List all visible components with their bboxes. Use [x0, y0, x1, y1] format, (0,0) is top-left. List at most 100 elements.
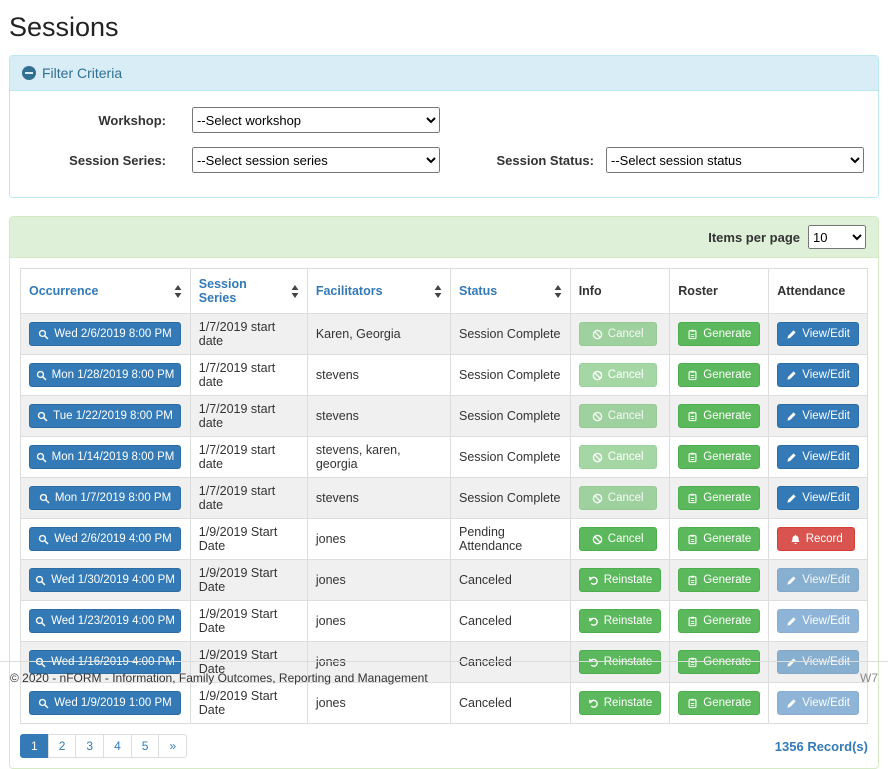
session-row: Wed 2/6/2019 8:00 PM1/7/2019 start dateK… [21, 314, 868, 355]
generate-button[interactable]: Generate [678, 363, 760, 387]
reinstate-button[interactable]: Reinstate [579, 568, 662, 592]
ban-icon [592, 411, 603, 422]
cancel-button[interactable]: Cancel [579, 322, 657, 346]
page-button-3[interactable]: 3 [75, 734, 104, 758]
button-label: Generate [703, 695, 751, 711]
button-label: Cancel [608, 326, 644, 342]
view-edit-button[interactable]: View/Edit [777, 445, 859, 469]
session-status-select[interactable]: --Select session status [606, 147, 864, 173]
workshop-select[interactable]: --Select workshop [192, 107, 440, 133]
facilitators-cell: stevens [307, 478, 450, 519]
button-label: Wed 1/9/2019 1:00 PM [54, 695, 171, 711]
footer-copyright: © 2020 - nFORM - Information, Family Out… [10, 671, 428, 685]
status-cell: Session Complete [450, 437, 570, 478]
filter-panel-header[interactable]: Filter Criteria [10, 56, 878, 91]
column-header-session-series[interactable]: Session Series [190, 269, 307, 314]
view-edit-button[interactable]: View/Edit [777, 691, 859, 715]
facilitators-cell: jones [307, 683, 450, 724]
occurrence-mon-1-7-2019-8-00-pm-button[interactable]: Mon 1/7/2019 8:00 PM [29, 486, 181, 510]
search-icon [35, 575, 46, 586]
generate-button[interactable]: Generate [678, 322, 760, 346]
button-label: View/Edit [802, 326, 850, 342]
occurrence-wed-1-23-2019-4-00-pm-button[interactable]: Wed 1/23/2019 4:00 PM [29, 609, 181, 633]
view-edit-button[interactable]: View/Edit [777, 568, 859, 592]
occurrence-mon-1-28-2019-8-00-pm-button[interactable]: Mon 1/28/2019 8:00 PM [29, 363, 181, 387]
search-icon [38, 698, 49, 709]
view-edit-button[interactable]: View/Edit [777, 363, 859, 387]
pagination: 12345» [20, 734, 187, 758]
facilitators-cell: stevens, karen, georgia [307, 437, 450, 478]
occurrence-cell: Mon 1/28/2019 8:00 PM [21, 355, 191, 396]
cancel-button[interactable]: Cancel [579, 486, 657, 510]
cancel-button[interactable]: Cancel [579, 445, 657, 469]
attendance-cell: View/Edit [769, 314, 868, 355]
generate-button[interactable]: Generate [678, 527, 760, 551]
button-label: Generate [703, 449, 751, 465]
generate-button[interactable]: Generate [678, 609, 760, 633]
status-cell: Canceled [450, 683, 570, 724]
attendance-cell: View/Edit [769, 601, 868, 642]
button-label: Reinstate [604, 613, 653, 629]
generate-button[interactable]: Generate [678, 568, 760, 592]
ban-icon [592, 370, 603, 381]
record-button[interactable]: Record [777, 527, 855, 551]
collapse-minus-icon [22, 66, 36, 80]
session-series-select[interactable]: --Select session series [192, 147, 440, 173]
cancel-button[interactable]: Cancel [579, 527, 657, 551]
page-button-1[interactable]: 1 [20, 734, 49, 758]
reinstate-button[interactable]: Reinstate [579, 609, 662, 633]
facilitators-cell: stevens [307, 355, 450, 396]
roster-cell: Generate [670, 683, 769, 724]
items-per-page-select[interactable]: 10 [808, 225, 866, 249]
view-edit-button[interactable]: View/Edit [777, 322, 859, 346]
generate-button[interactable]: Generate [678, 445, 760, 469]
generate-button[interactable]: Generate [678, 404, 760, 428]
attendance-cell: View/Edit [769, 560, 868, 601]
reinstate-button[interactable]: Reinstate [579, 691, 662, 715]
generate-button[interactable]: Generate [678, 486, 760, 510]
badge-icon [687, 575, 698, 586]
button-label: Wed 1/30/2019 4:00 PM [51, 572, 175, 588]
occurrence-tue-1-22-2019-8-00-pm-button[interactable]: Tue 1/22/2019 8:00 PM [29, 404, 181, 428]
session-series-cell: 1/7/2019 start date [190, 478, 307, 519]
occurrence-wed-2-6-2019-4-00-pm-button[interactable]: Wed 2/6/2019 4:00 PM [29, 527, 181, 551]
button-label: View/Edit [802, 572, 850, 588]
status-cell: Session Complete [450, 314, 570, 355]
facilitators-cell: jones [307, 519, 450, 560]
column-header-facilitators[interactable]: Facilitators [307, 269, 450, 314]
page-button-5[interactable]: 5 [131, 734, 160, 758]
attendance-cell: View/Edit [769, 683, 868, 724]
table-header-row: Occurrence Session Series FacilitatorsStat… [21, 269, 868, 314]
button-label: Cancel [608, 531, 644, 547]
bell-icon [790, 534, 801, 545]
column-header-status[interactable]: Status [450, 269, 570, 314]
undo-icon [588, 616, 599, 627]
column-label: Session Series [199, 277, 285, 305]
page-button-4[interactable]: 4 [103, 734, 132, 758]
occurrence-wed-2-6-2019-8-00-pm-button[interactable]: Wed 2/6/2019 8:00 PM [29, 322, 181, 346]
page-button-2[interactable]: 2 [48, 734, 77, 758]
search-icon [38, 329, 49, 340]
view-edit-button[interactable]: View/Edit [777, 486, 859, 510]
filter-panel-title: Filter Criteria [42, 65, 122, 81]
session-series-cell: 1/7/2019 start date [190, 396, 307, 437]
view-edit-button[interactable]: View/Edit [777, 404, 859, 428]
session-series-cell: 1/7/2019 start date [190, 437, 307, 478]
button-label: Generate [703, 326, 751, 342]
column-header-occurrence[interactable]: Occurrence [21, 269, 191, 314]
filter-panel: Filter Criteria Workshop: --Select works… [9, 55, 879, 198]
session-row: Mon 1/14/2019 8:00 PM 1/7/2019 start date… [21, 437, 868, 478]
column-label: Occurrence [29, 284, 98, 298]
generate-button[interactable]: Generate [678, 691, 760, 715]
cancel-button[interactable]: Cancel [579, 363, 657, 387]
occurrence-wed-1-9-2019-1-00-pm-button[interactable]: Wed 1/9/2019 1:00 PM [29, 691, 181, 715]
session-row: Wed 1/30/2019 4:00 PM1/9/2019 Start Date… [21, 560, 868, 601]
occurrence-wed-1-30-2019-4-00-pm-button[interactable]: Wed 1/30/2019 4:00 PM [29, 568, 181, 592]
button-label: Generate [703, 613, 751, 629]
occurrence-cell: Wed 1/9/2019 1:00 PM [21, 683, 191, 724]
page-next-button[interactable]: » [158, 734, 187, 758]
sort-icon [291, 285, 299, 298]
cancel-button[interactable]: Cancel [579, 404, 657, 428]
view-edit-button[interactable]: View/Edit [777, 609, 859, 633]
occurrence-mon-1-14-2019-8-00-pm-button[interactable]: Mon 1/14/2019 8:00 PM [29, 445, 181, 469]
